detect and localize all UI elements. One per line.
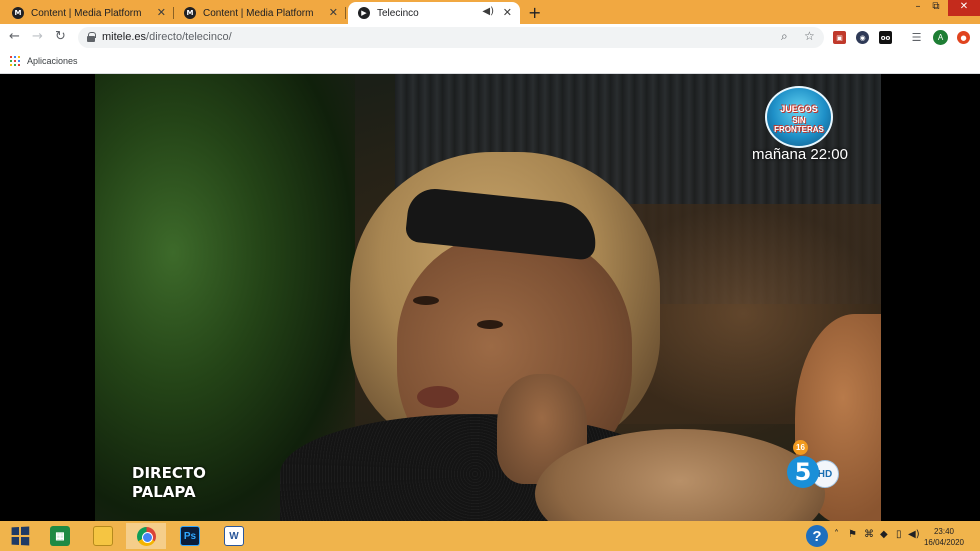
folder-icon: [93, 526, 113, 546]
reload-button[interactable]: ↻: [55, 29, 66, 44]
start-button[interactable]: [0, 523, 40, 549]
close-tab-icon[interactable]: ✕: [503, 6, 512, 19]
close-tab-icon[interactable]: ✕: [157, 6, 166, 19]
taskbar-word[interactable]: W: [214, 523, 254, 549]
video-scene-eye: [477, 320, 503, 329]
flag-notification-icon[interactable]: ⚑: [848, 529, 857, 540]
juegos-sin-fronteras-logo: JUEGOS SIN FRONTERAS: [765, 86, 833, 148]
media-platform-favicon-icon: M: [12, 7, 24, 19]
tab-title: Telecinco: [377, 7, 419, 19]
taskbar-photoshop[interactable]: Ps: [170, 523, 210, 549]
forward-button[interactable]: →: [32, 29, 43, 44]
profile-avatar[interactable]: A: [933, 30, 948, 45]
url-text[interactable]: mitele.es/directo/telecinco/: [102, 31, 232, 43]
power-icon[interactable]: ▯: [896, 529, 902, 540]
windows-logo-icon: [11, 526, 30, 546]
zoom-icon[interactable]: ⌕: [781, 29, 788, 44]
clock-date: 16/04/2020: [923, 538, 965, 547]
taskbar-calculator[interactable]: ▦: [40, 523, 80, 549]
video-viewport[interactable]: JUEGOS SIN FRONTERAS mañana 22:00 DIRECT…: [0, 74, 980, 521]
maximize-button[interactable]: ⧉: [924, 0, 948, 16]
telecinco-favicon-icon: ▶: [358, 7, 370, 19]
update-alert-icon[interactable]: ●: [957, 31, 970, 44]
back-button[interactable]: ←: [9, 29, 20, 44]
clock-time: 23:40: [933, 527, 955, 536]
photoshop-icon: Ps: [180, 526, 200, 546]
reading-list-icon[interactable]: ☰: [910, 31, 923, 44]
live-video-player[interactable]: JUEGOS SIN FRONTERAS mañana 22:00 DIRECT…: [95, 74, 881, 521]
tab-strip: M Content | Media Platform ✕ M Content |…: [0, 0, 980, 24]
telecinco-channel-logo: 5: [787, 456, 819, 488]
network-icon[interactable]: ⌘: [864, 529, 874, 540]
help-icon[interactable]: ?: [806, 525, 828, 547]
show-hidden-icons-icon[interactable]: ˄: [834, 529, 839, 540]
live-location-label: DIRECTO PALAPA: [132, 464, 206, 501]
close-tab-icon[interactable]: ✕: [329, 6, 338, 19]
browser-tab-active[interactable]: ▶ Telecinco ◀) ✕: [348, 2, 520, 24]
video-scene-eye: [413, 296, 439, 305]
chrome-icon: [136, 526, 156, 546]
calculator-icon: ▦: [50, 526, 70, 546]
promo-time: mañana 22:00: [752, 146, 848, 163]
close-window-button[interactable]: ✕: [948, 0, 980, 16]
dropbox-icon[interactable]: ◆: [880, 529, 888, 540]
taskbar-file-explorer[interactable]: [83, 523, 123, 549]
oo-extension-icon[interactable]: oo: [879, 31, 892, 44]
system-clock[interactable]: 23:40 16/04/2020: [918, 526, 970, 548]
apps-grid-icon: [10, 56, 20, 66]
address-bar[interactable]: mitele.es/directo/telecinco/ ⌕ ☆: [78, 27, 824, 48]
tab-title: Content | Media Platform: [31, 7, 142, 19]
age-rating-badge: 16: [793, 440, 808, 455]
bookmark-star-icon[interactable]: ☆: [804, 29, 815, 43]
shield-extension-icon[interactable]: ▣: [833, 31, 846, 44]
audio-playing-icon[interactable]: ◀): [482, 6, 494, 17]
windows-taskbar: ▦ Ps W ? ˄ ⚑ ⌘ ◆ ▯ ◀) 23:40 16/04/2020: [0, 521, 980, 551]
browser-toolbar: ← → ↻ mitele.es/directo/telecinco/ ⌕ ☆ ▣…: [0, 24, 980, 52]
browser-tab[interactable]: M Content | Media Platform ✕: [2, 2, 174, 24]
tab-title: Content | Media Platform: [203, 7, 314, 19]
lock-icon[interactable]: [87, 32, 96, 42]
vpn-extension-icon[interactable]: ◉: [856, 31, 869, 44]
apps-label: Aplicaciones: [27, 56, 78, 66]
apps-shortcut[interactable]: Aplicaciones: [10, 56, 78, 66]
taskbar-chrome[interactable]: [126, 523, 166, 549]
video-scene-mouth: [417, 386, 459, 408]
bookmarks-bar: Aplicaciones: [0, 52, 980, 74]
new-tab-button[interactable]: +: [528, 3, 541, 22]
word-icon: W: [224, 526, 244, 546]
media-platform-favicon-icon: M: [184, 7, 196, 19]
browser-tab[interactable]: M Content | Media Platform ✕: [174, 2, 346, 24]
